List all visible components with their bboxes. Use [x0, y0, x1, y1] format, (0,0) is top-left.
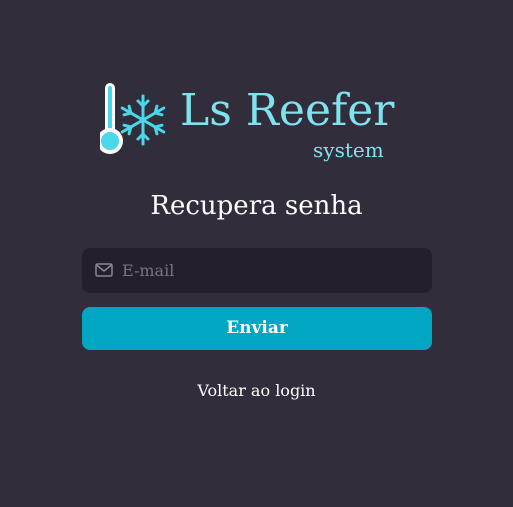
email-field: [82, 248, 432, 293]
email-input[interactable]: [122, 248, 422, 293]
logo-subtitle: system: [313, 138, 384, 162]
logo-title: Ls Reefer: [180, 85, 395, 136]
mail-icon: [95, 263, 113, 277]
recover-password-page: Ls Reefer system Recupera senha Enviar V…: [0, 0, 513, 507]
page-title: Recupera senha: [150, 191, 363, 221]
app-logo: Ls Reefer system: [100, 80, 394, 162]
back-to-login-link[interactable]: Voltar ao login: [0, 379, 513, 403]
submit-button[interactable]: Enviar: [82, 307, 432, 350]
thermometer-snowflake-icon: [100, 83, 166, 154]
